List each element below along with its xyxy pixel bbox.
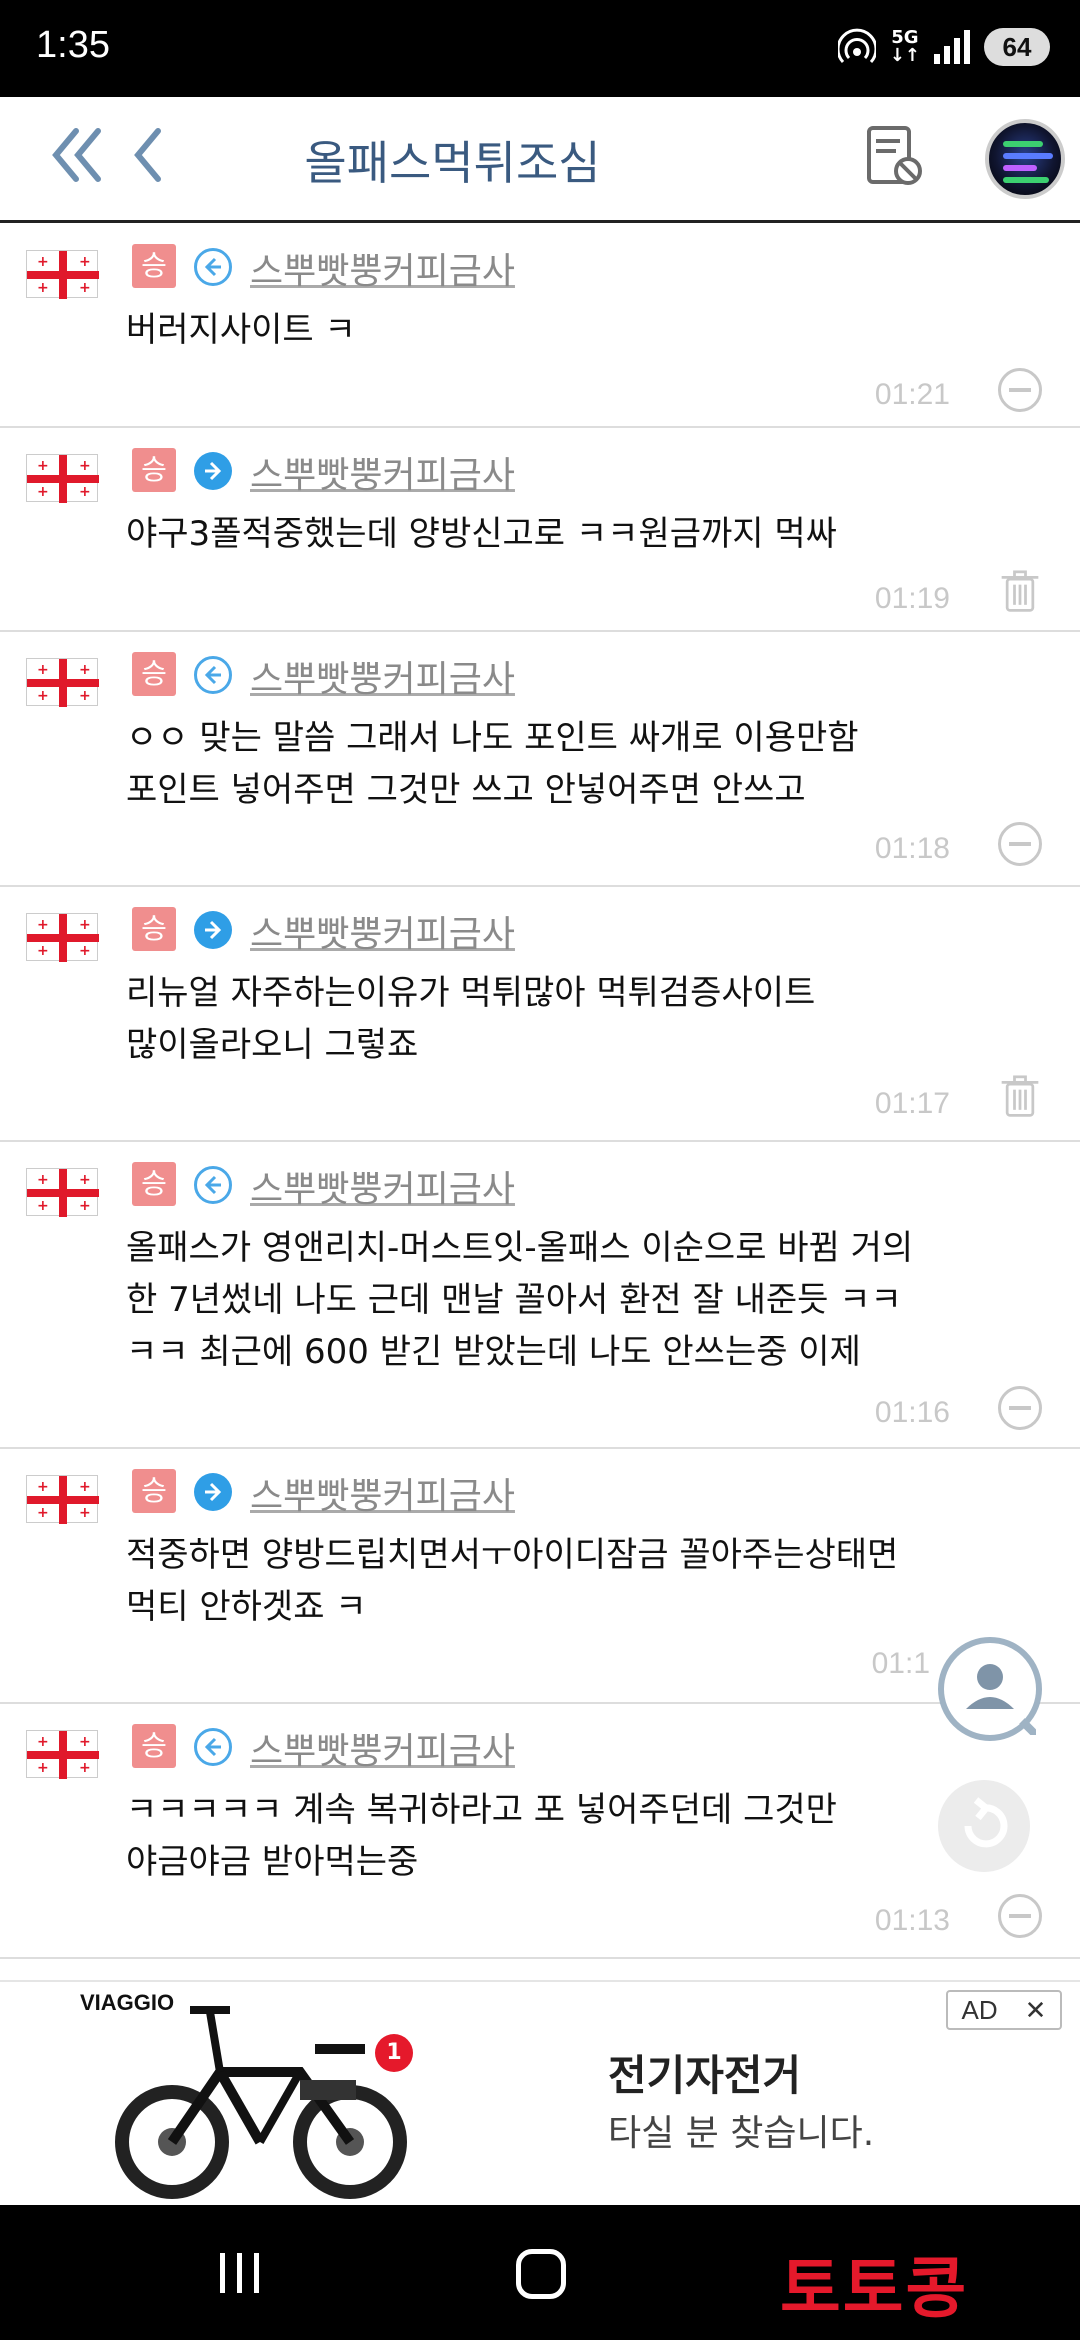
trash-icon[interactable]: [998, 570, 1042, 614]
trash-icon[interactable]: [998, 1075, 1042, 1119]
signal-icon: [934, 30, 970, 64]
ad-banner[interactable]: VIAGGIO 1 전기자전거 타실 분 찾습니다. AD ✕: [0, 1980, 1080, 2205]
win-badge: 승: [132, 244, 176, 288]
list-item: + + + + 승 스뿌빳뿡커피금사 ㅋㅋㅋㅋㅋ 계속 복귀하라고 포 넣어주던데 그…: [0, 1704, 1080, 1959]
page-title: 올패스먹튀조심: [304, 136, 601, 190]
ad-label-text: AD: [961, 1994, 998, 2025]
post-time: 01:18: [874, 832, 950, 865]
ad-label[interactable]: AD ✕: [946, 1990, 1062, 2030]
post-time: 01:1: [871, 1647, 930, 1680]
user-search-button[interactable]: [938, 1637, 1042, 1741]
ebike-image: [115, 2006, 407, 2199]
list-item: + + + + 승 스뿌빳뿡커피금사 야구3폴적중했는데 양방신고로 ㅋㅋ원금까지 먹…: [0, 428, 1080, 632]
user-search-icon: [966, 1664, 1041, 1740]
author-link[interactable]: 스뿌빳뿡커피금사: [250, 446, 515, 498]
arrow-left-icon: [194, 248, 232, 286]
arrow-right-icon: [194, 911, 232, 949]
georgia-flag-icon: + + + +: [26, 1168, 99, 1217]
list-item: + + + + 승 스뿌빳뿡커피금사 ㅇㅇ 맞는 말씀 그래서 나도 포인트 싸개로 …: [0, 632, 1080, 887]
ad-subtitle: 타실 분 찾습니다.: [608, 2113, 875, 2154]
ad-headline: 전기자전거: [608, 2051, 802, 2100]
post-text: ㅋㅋㅋㅋㅋ 계속 복귀하라고 포 넣어주던데 그것만 야금야금 받아먹는중: [126, 1790, 837, 1882]
arrow-left-icon: [194, 1166, 232, 1204]
refresh-button[interactable]: [938, 1780, 1030, 1872]
georgia-flag-icon: + + + +: [26, 454, 99, 503]
georgia-flag-icon: + + + +: [26, 658, 99, 707]
post-time: 01:13: [874, 1904, 950, 1937]
georgia-flag-icon: + + + +: [26, 1475, 99, 1524]
status-bar: 1:35 5G ↓↑ 64: [0, 0, 1080, 97]
battery-indicator: 64: [984, 28, 1050, 66]
minus-circle-icon[interactable]: [998, 1386, 1042, 1430]
post-time: 01:16: [874, 1396, 950, 1429]
author-link[interactable]: 스뿌빳뿡커피금사: [250, 905, 515, 957]
arrow-left-icon: [194, 1728, 232, 1766]
author-link[interactable]: 스뿌빳뿡커피금사: [250, 1722, 515, 1774]
post-time: 01:19: [874, 582, 950, 615]
post-time: 01:17: [874, 1087, 950, 1120]
post-text: 적중하면 양방드립치면서ㅜ아이디잠금 꼴아주는상태면 먹티 안하겟죠 ㅋ: [126, 1535, 899, 1627]
system-nav-bar: 토토콩: [0, 2205, 1080, 2340]
post-text: 리뉴얼 자주하는이유가 먹튀많아 먹튀검증사이트 많이올라오니 그렇죠: [126, 973, 816, 1065]
georgia-flag-icon: + + + +: [26, 250, 99, 299]
author-link[interactable]: 스뿌빳뿡커피금사: [250, 1160, 515, 1212]
minus-circle-icon[interactable]: [998, 822, 1042, 866]
post-text: 올패스가 영앤리치-머스트잇-올패스 이순으로 바뀜 거의 한 7년썼네 나도 …: [126, 1228, 914, 1372]
author-link[interactable]: 스뿌빳뿡커피금사: [250, 1467, 515, 1519]
georgia-flag-icon: + + + +: [26, 913, 99, 962]
post-time: 01:21: [874, 378, 950, 411]
arrow-right-icon: [194, 1473, 232, 1511]
win-badge: 승: [132, 1724, 176, 1768]
author-link[interactable]: 스뿌빳뿡커피금사: [250, 650, 515, 702]
avatar[interactable]: [985, 119, 1065, 199]
list-item: + + + + 승 스뿌빳뿡커피금사 올패스가 영앤리치-머스트잇-올패스 이순으로 …: [0, 1142, 1080, 1449]
win-badge: 승: [132, 907, 176, 951]
post-list: + + + + 승 스뿌빳뿡커피금사 버러지사이트 ㅋ 01:21 + + + + 승 스뿌…: [0, 224, 1080, 1959]
author-link[interactable]: 스뿌빳뿡커피금사: [250, 242, 515, 294]
win-badge: 승: [132, 1469, 176, 1513]
notification-badge: 1: [375, 2034, 413, 2072]
network-type: 5G ↓↑: [889, 27, 920, 66]
status-time: 1:35: [36, 24, 110, 66]
list-item: + + + + 승 스뿌빳뿡커피금사 리뉴얼 자주하는이유가 먹튀많아 먹튀검증사이트…: [0, 887, 1080, 1142]
document-block-icon[interactable]: [866, 125, 924, 189]
list-item: + + + + 승 스뿌빳뿡커피금사 적중하면 양방드립치면서ㅜ아이디잠금 꼴아주는상…: [0, 1449, 1080, 1704]
minus-circle-icon[interactable]: [998, 1894, 1042, 1938]
watermark-logo: 토토콩: [780, 2250, 969, 2327]
arrow-left-icon: [194, 656, 232, 694]
georgia-flag-icon: + + + +: [26, 1730, 99, 1779]
close-icon[interactable]: ✕: [1025, 1995, 1047, 2026]
win-badge: 승: [132, 652, 176, 696]
list-item: + + + + 승 스뿌빳뿡커피금사 버러지사이트 ㅋ 01:21: [0, 224, 1080, 428]
win-badge: 승: [132, 448, 176, 492]
minus-circle-icon[interactable]: [998, 368, 1042, 412]
arrow-right-icon: [194, 452, 232, 490]
recent-apps-icon[interactable]: [218, 2253, 262, 2293]
hotspot-icon: [837, 28, 876, 64]
win-badge: 승: [132, 1162, 176, 1206]
post-text: 버러지사이트 ㅋ: [126, 310, 356, 350]
refresh-icon: [964, 1797, 1008, 1848]
page-header: 올패스먹튀조심: [0, 97, 1080, 223]
post-text: ㅇㅇ 맞는 말씀 그래서 나도 포인트 싸개로 이용만함 포인트 넣어주면 그것…: [126, 718, 859, 810]
status-icons: 5G ↓↑ 64: [837, 27, 1050, 66]
home-button[interactable]: [516, 2249, 566, 2299]
post-text: 야구3폴적중했는데 양방신고로 ㅋㅋ원금까지 먹싸: [126, 514, 837, 554]
